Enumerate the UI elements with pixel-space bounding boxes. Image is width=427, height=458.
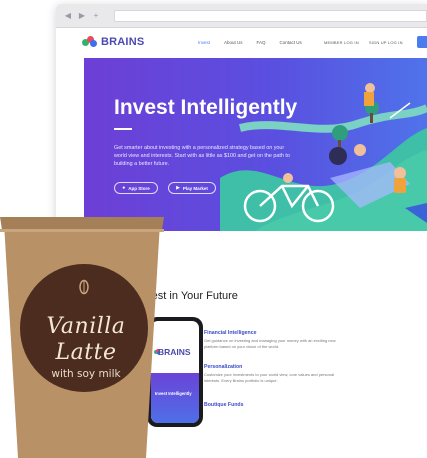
app-store-button[interactable]: ● App Store	[114, 182, 158, 194]
logo-mark-icon	[82, 36, 98, 48]
nav-invest[interactable]: Invest	[198, 40, 210, 45]
feature-name: Personalization	[204, 364, 243, 370]
apple-icon: ●	[122, 185, 126, 191]
hero-banner: Invest Intelligently Get smarter about i…	[84, 58, 427, 231]
brains-logo[interactable]: BRAINS	[82, 36, 144, 48]
signup-login-link[interactable]: SIGN UP LOG IN	[369, 40, 403, 45]
forward-icon[interactable]: ▶	[78, 11, 86, 20]
logo-text: BRAINS	[101, 36, 145, 48]
hero-divider	[114, 128, 132, 130]
feature-desc: Customize your investments to your world…	[204, 372, 335, 383]
cup-line-vanilla: Vanilla	[46, 314, 126, 339]
hero-description: Get smarter about investing with a perso…	[114, 145, 290, 167]
main-nav: Invest About Us FAQ Contact Us	[198, 40, 302, 45]
play-market-label: Play Market	[182, 185, 208, 191]
member-login-link[interactable]: MEMBER LOG IN	[324, 40, 359, 45]
feature-desc: Get guidance on investing and managing y…	[204, 338, 336, 349]
address-bar[interactable]	[114, 9, 427, 22]
feature-name: Boutique Funds	[204, 402, 244, 408]
cup-line-soy-milk: with soy milk	[51, 368, 121, 380]
nav-about-us[interactable]: About Us	[224, 40, 243, 45]
play-market-button[interactable]: ▶ Play Market	[168, 182, 216, 194]
play-icon: ▶	[176, 185, 180, 191]
back-icon[interactable]: ◀	[64, 11, 72, 20]
new-tab-icon[interactable]: +	[92, 11, 100, 20]
nav-faq[interactable]: FAQ	[257, 40, 266, 45]
cup-line-latte: Latte	[55, 340, 117, 365]
feature-name: Financial Intelligence	[204, 330, 257, 336]
site-header: BRAINS Invest About Us FAQ Contact Us ME…	[56, 28, 427, 58]
browser-toolbar: ◀ ▶ +	[56, 4, 427, 28]
cta-button[interactable]	[417, 36, 427, 48]
app-store-label: App Store	[128, 185, 150, 191]
nav-contact-us[interactable]: Contact Us	[280, 40, 302, 45]
account-nav: MEMBER LOG IN SIGN UP LOG IN	[324, 40, 403, 45]
hero-title: Invest Intelligently	[114, 96, 298, 119]
